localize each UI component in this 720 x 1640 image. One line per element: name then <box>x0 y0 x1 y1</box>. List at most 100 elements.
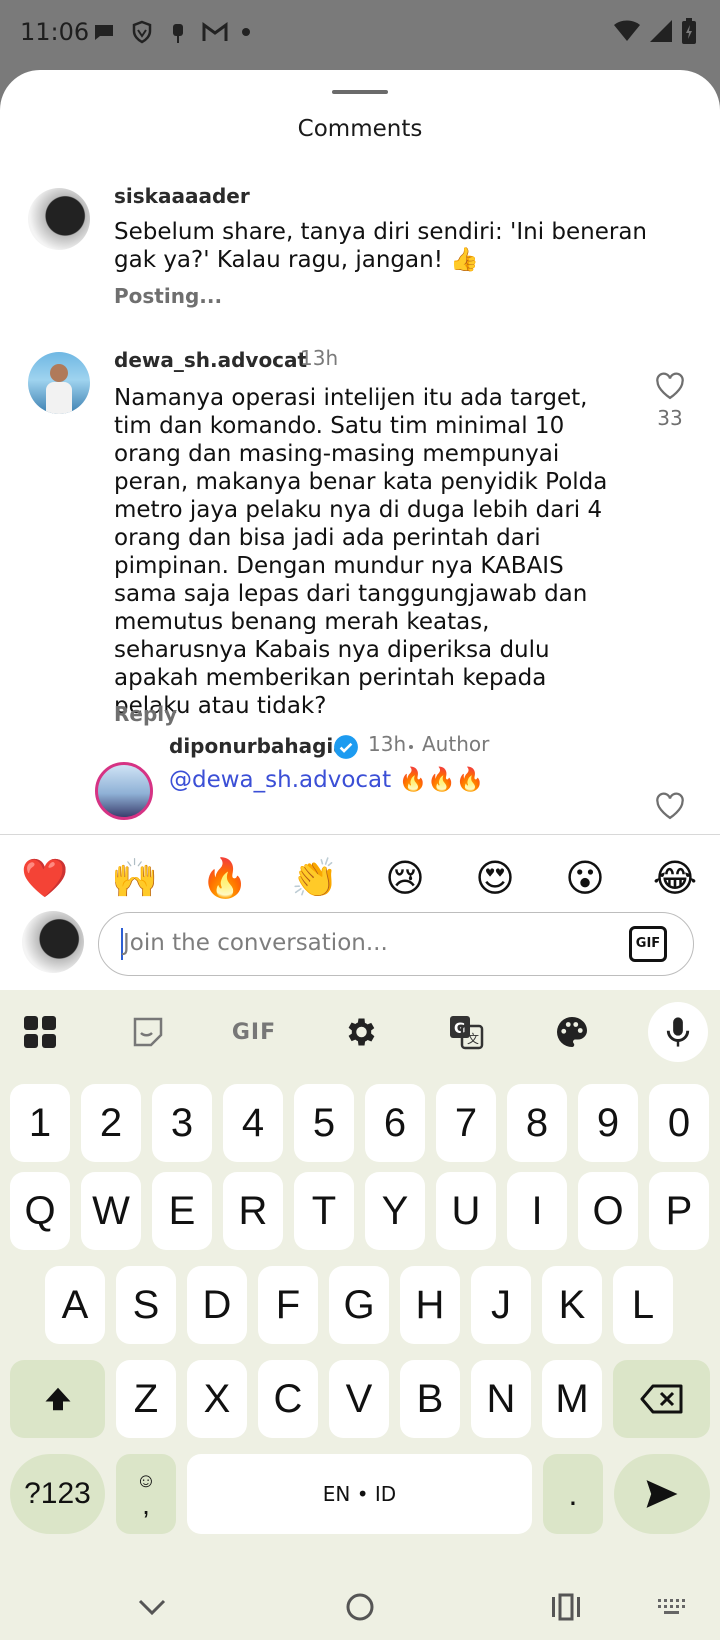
key-9[interactable]: 9 <box>578 1084 638 1162</box>
key-c[interactable]: C <box>258 1360 318 1438</box>
avatar[interactable] <box>95 762 153 820</box>
comment-input[interactable]: Join the conversation... GIF <box>98 912 694 976</box>
backspace-key[interactable] <box>613 1360 710 1438</box>
key-q[interactable]: Q <box>10 1172 70 1250</box>
key-7[interactable]: 7 <box>436 1084 496 1162</box>
key-a[interactable]: A <box>45 1266 105 1344</box>
key-v[interactable]: V <box>329 1360 389 1438</box>
theme-button[interactable] <box>542 1002 602 1062</box>
emoji-button[interactable]: 😮 <box>555 856 615 900</box>
key-d[interactable]: D <box>187 1266 247 1344</box>
keyboard-icon <box>658 1599 685 1614</box>
key-r[interactable]: R <box>223 1172 283 1250</box>
key-o[interactable]: O <box>578 1172 638 1250</box>
key-e[interactable]: E <box>152 1172 212 1250</box>
sheet-title: Comments <box>297 116 423 142</box>
voice-input-button[interactable] <box>648 1002 708 1062</box>
key-0[interactable]: 0 <box>649 1084 709 1162</box>
mention-link[interactable]: @dewa_sh.advocat <box>169 767 391 793</box>
emoji-button[interactable]: 🙌 <box>105 856 165 901</box>
gmail-icon <box>202 22 228 41</box>
key-4[interactable]: 4 <box>223 1084 283 1162</box>
key-i[interactable]: I <box>507 1172 567 1250</box>
shift-arrow-icon <box>45 1387 70 1411</box>
translate-button[interactable]: G文 <box>436 1002 496 1062</box>
drag-handle[interactable] <box>332 90 388 94</box>
comment-username[interactable]: diponurbahagia <box>169 734 347 758</box>
key-h[interactable]: H <box>400 1266 460 1344</box>
battery-icon <box>682 18 696 44</box>
recents-button[interactable] <box>548 1589 584 1625</box>
send-key[interactable] <box>614 1454 710 1534</box>
quick-emoji-bar: ❤️ 🙌 🔥 👏 😢 😍 😮 😂 <box>0 850 720 906</box>
like-button[interactable] <box>650 792 690 824</box>
key-5[interactable]: 5 <box>294 1084 354 1162</box>
divider <box>0 834 720 835</box>
space-key[interactable]: EN • ID <box>187 1454 532 1534</box>
key-z[interactable]: Z <box>116 1360 176 1438</box>
key-2[interactable]: 2 <box>81 1084 141 1162</box>
key-u[interactable]: U <box>436 1172 496 1250</box>
emoji-button[interactable]: 🔥 <box>195 856 255 901</box>
comment-username[interactable]: siskaaaader <box>114 184 250 208</box>
comma-label: , <box>142 1489 150 1520</box>
reply-button[interactable]: Reply <box>114 702 177 726</box>
key-y[interactable]: Y <box>365 1172 425 1250</box>
gif-button[interactable]: GIF <box>629 926 667 962</box>
svg-text:G: G <box>454 1021 466 1037</box>
grid-icon <box>24 1016 56 1048</box>
emoji-comma-key[interactable]: ☺ , <box>116 1454 176 1534</box>
key-k[interactable]: K <box>542 1266 602 1344</box>
sticker-button[interactable] <box>118 1002 178 1062</box>
emoji-button[interactable]: 👏 <box>285 856 345 901</box>
backspace-icon <box>640 1384 682 1414</box>
microphone-icon <box>666 1017 690 1047</box>
comment-text: Namanya operasi intelijen itu ada target… <box>114 385 608 719</box>
key-j[interactable]: J <box>471 1266 531 1344</box>
key-t[interactable]: T <box>294 1172 354 1250</box>
key-l[interactable]: L <box>613 1266 673 1344</box>
notification-icons <box>92 20 250 44</box>
like-button[interactable]: 33 <box>650 372 690 430</box>
apps-button[interactable] <box>10 1002 70 1062</box>
heart-icon <box>656 372 684 400</box>
keyboard-switch-button[interactable] <box>654 1589 690 1625</box>
like-count: 33 <box>657 406 683 430</box>
shift-key[interactable] <box>10 1360 105 1438</box>
key-x[interactable]: X <box>187 1360 247 1438</box>
home-button[interactable] <box>342 1589 378 1625</box>
key-f[interactable]: F <box>258 1266 318 1344</box>
key-g[interactable]: G <box>329 1266 389 1344</box>
emoji-button[interactable]: ❤️ <box>15 856 75 901</box>
posting-status: Posting... <box>114 284 223 308</box>
symbols-key[interactable]: ?123 <box>10 1454 105 1534</box>
svg-text:文: 文 <box>467 1031 479 1046</box>
emoji-button[interactable]: 😍 <box>465 856 525 900</box>
key-b[interactable]: B <box>400 1360 460 1438</box>
hide-keyboard-button[interactable] <box>134 1589 170 1625</box>
key-n[interactable]: N <box>471 1360 531 1438</box>
key-p[interactable]: P <box>649 1172 709 1250</box>
user-avatar[interactable] <box>22 911 84 973</box>
key-6[interactable]: 6 <box>365 1084 425 1162</box>
avatar[interactable] <box>28 352 90 414</box>
comment-time: 13h <box>368 732 407 756</box>
comment-username[interactable]: dewa_sh.advocat <box>114 348 307 372</box>
key-w[interactable]: W <box>81 1172 141 1250</box>
emoji-button[interactable]: 😂 <box>645 856 705 900</box>
translate-icon: G文 <box>450 1016 484 1050</box>
gif-keyboard-button[interactable]: GIF <box>224 1002 284 1062</box>
key-m[interactable]: M <box>542 1360 602 1438</box>
key-s[interactable]: S <box>116 1266 176 1344</box>
period-key[interactable]: . <box>543 1454 603 1534</box>
key-8[interactable]: 8 <box>507 1084 567 1162</box>
home-circle-icon <box>346 1593 374 1621</box>
chat-icon <box>95 25 113 40</box>
keyboard: GIF G文 1 2 3 4 5 6 7 8 9 0 Q W E R T Y U… <box>0 990 720 1575</box>
key-1[interactable]: 1 <box>10 1084 70 1162</box>
key-3[interactable]: 3 <box>152 1084 212 1162</box>
system-icons <box>614 18 696 44</box>
avatar[interactable] <box>28 188 90 250</box>
emoji-button[interactable]: 😢 <box>375 856 435 900</box>
settings-button[interactable] <box>330 1002 390 1062</box>
